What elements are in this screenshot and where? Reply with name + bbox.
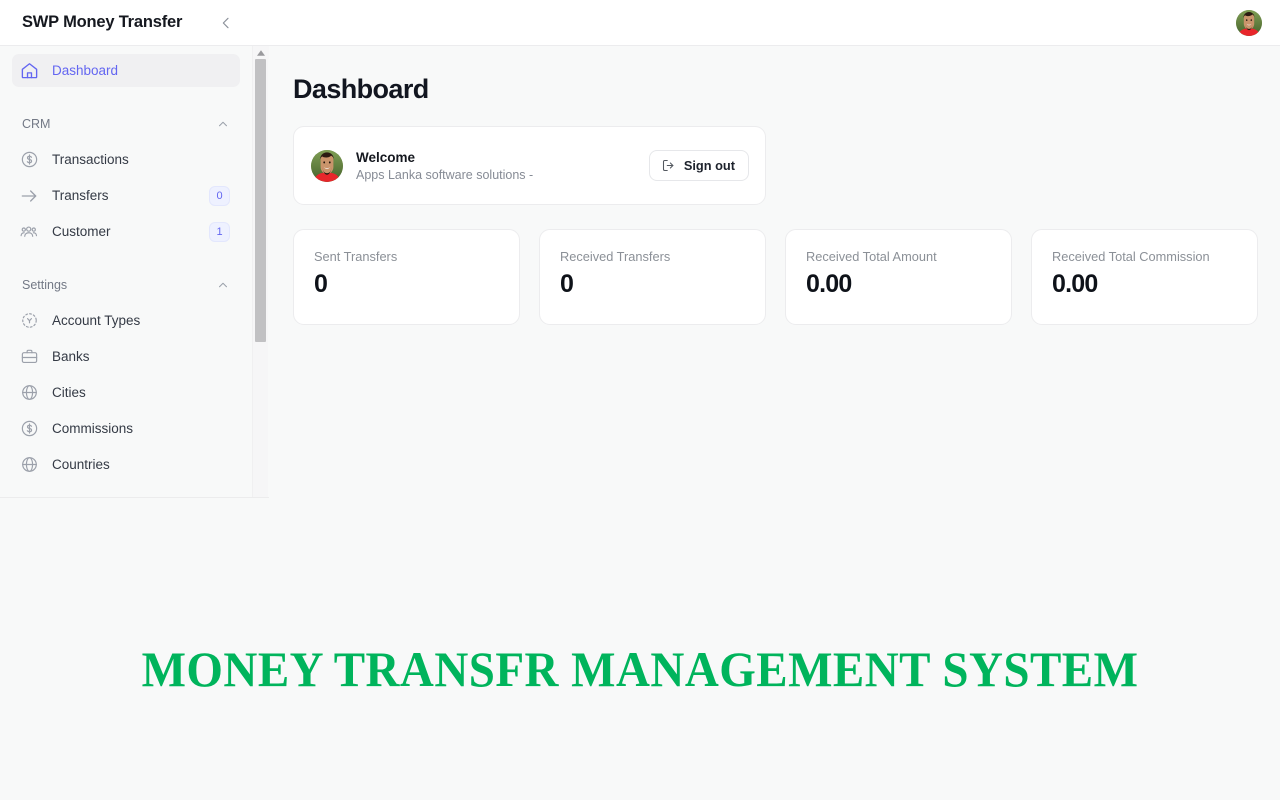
sidebar-item-label: Transfers [52, 188, 109, 203]
sidebar-item-account-types[interactable]: Account Types [12, 304, 240, 337]
top-bar: SWP Money Transfer [0, 0, 1280, 46]
logout-icon [661, 158, 676, 173]
avatar[interactable] [1236, 9, 1262, 36]
welcome-card: Welcome Apps Lanka software solutions - … [293, 126, 766, 205]
sign-out-label: Sign out [683, 158, 735, 173]
stat-label: Received Total Amount [806, 249, 937, 264]
dashed-circle-icon [18, 310, 40, 332]
dollar-circle-icon [18, 418, 40, 440]
globe-icon [18, 382, 40, 404]
stat-card-received-total-commission: Received Total Commission 0.00 [1031, 229, 1258, 325]
sidebar-item-dashboard[interactable]: Dashboard [12, 54, 240, 87]
chevron-up-icon [216, 278, 230, 292]
stat-value: 0 [560, 270, 574, 298]
app-root: SWP Money Transfer Dashboard CRM Transac… [0, 0, 1280, 800]
stat-value: 0.00 [1052, 270, 1098, 298]
sidebar-item-label: Dashboard [52, 63, 119, 78]
sidebar-item-label: Countries [52, 457, 110, 472]
sidebar-item-banks[interactable]: Banks [12, 340, 240, 373]
arrow-right-icon [18, 185, 40, 207]
sidebar-item-transactions[interactable]: Transactions [12, 143, 240, 176]
home-icon [18, 60, 40, 82]
sidebar-bottom-divider [0, 497, 269, 498]
sidebar-item-label: Transactions [52, 152, 129, 167]
sidebar-item-label: Account Types [52, 313, 141, 328]
sidebar-badge-transfers: 0 [209, 185, 230, 206]
sidebar-group-title: CRM [22, 117, 51, 131]
users-icon [18, 221, 40, 243]
welcome-text-block: Welcome Apps Lanka software solutions - [356, 150, 649, 182]
welcome-title: Welcome [356, 149, 416, 165]
sidebar-scrollbar[interactable] [252, 46, 269, 497]
sidebar-group-crm-header[interactable]: CRM [12, 109, 240, 139]
dollar-circle-icon [18, 149, 40, 171]
globe-icon [18, 454, 40, 476]
sidebar-badge-customer: 1 [209, 221, 230, 242]
sidebar-item-countries[interactable]: Countries [12, 448, 240, 481]
sidebar-item-label: Customer [52, 224, 111, 239]
app-title: SWP Money Transfer [22, 13, 183, 31]
avatar [311, 149, 343, 182]
chevron-up-icon [216, 117, 230, 131]
sidebar-group-title: Settings [22, 278, 68, 292]
chevron-left-icon [218, 15, 234, 31]
sidebar-item-label: Cities [52, 385, 86, 400]
briefcase-icon [18, 346, 40, 368]
welcome-subtitle: Apps Lanka software solutions - [356, 167, 534, 182]
stat-value: 0 [314, 270, 328, 298]
system-banner-heading: MONEY TRANSFR MANAGEMENT SYSTEM [141, 641, 1139, 697]
stat-label: Received Total Commission [1052, 249, 1210, 264]
sidebar-item-label: Commissions [52, 421, 134, 436]
stat-card-received-total-amount: Received Total Amount 0.00 [785, 229, 1012, 325]
sidebar-group-settings-header[interactable]: Settings [12, 270, 240, 300]
stat-card-sent-transfers: Sent Transfers 0 [293, 229, 520, 325]
page-title: Dashboard [293, 74, 429, 104]
sidebar: Dashboard CRM Transactions Transfers 0 C… [0, 46, 252, 497]
sidebar-item-customer[interactable]: Customer 1 [12, 215, 240, 248]
sidebar-item-cities[interactable]: Cities [12, 376, 240, 409]
stat-value: 0.00 [806, 270, 852, 298]
sidebar-item-commissions[interactable]: Commissions [12, 412, 240, 445]
stat-label: Sent Transfers [314, 249, 398, 264]
scroll-up-arrow-icon[interactable] [253, 46, 269, 59]
sign-out-button[interactable]: Sign out [648, 150, 749, 181]
stats-row: Sent Transfers 0 Received Transfers 0 Re… [293, 229, 1258, 325]
stat-card-received-transfers: Received Transfers 0 [539, 229, 766, 325]
sidebar-item-transfers[interactable]: Transfers 0 [12, 179, 240, 212]
sidebar-item-label: Banks [52, 349, 90, 364]
sidebar-scrollbar-thumb[interactable] [255, 59, 266, 342]
stat-label: Received Transfers [560, 249, 671, 264]
sidebar-collapse-button[interactable] [213, 10, 239, 36]
